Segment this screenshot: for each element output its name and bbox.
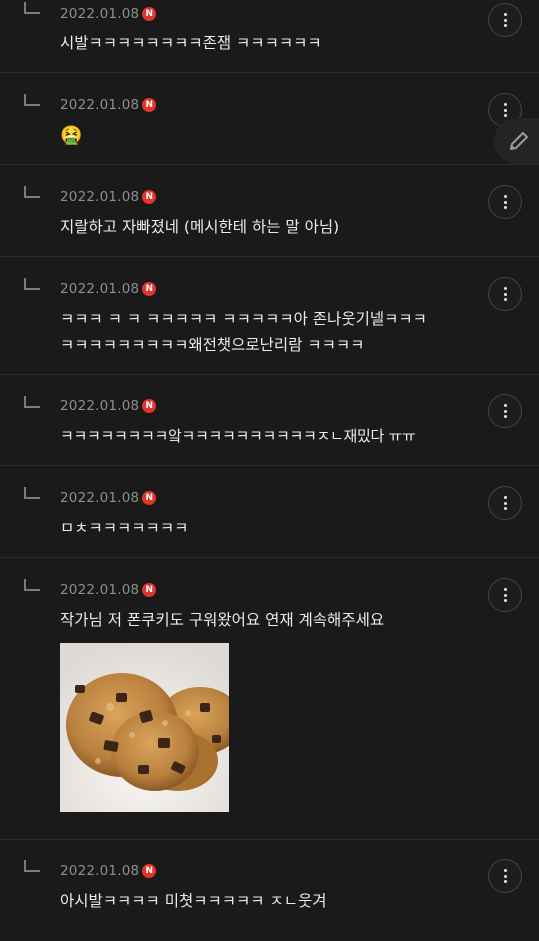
new-badge-icon: N	[142, 491, 157, 505]
reply-arrow-icon	[24, 278, 40, 290]
comment-item: 2022.01.08 N 시발ㅋㅋㅋㅋㅋㅋㅋㅋ존잼 ㅋㅋㅋㅋㅋㅋ	[0, 0, 539, 73]
comment-text: 🤮	[60, 125, 83, 146]
more-vertical-icon	[503, 404, 507, 418]
reply-arrow-icon	[24, 186, 40, 198]
comment-date: 2022.01.08	[60, 189, 140, 205]
comment-item: 2022.01.08 N 🤮	[0, 73, 539, 165]
pencil-icon	[510, 132, 528, 150]
comment-meta: 2022.01.08 N	[60, 5, 157, 23]
comment-date: 2022.01.08	[60, 582, 140, 598]
comment-meta: 2022.01.08 N	[60, 862, 157, 880]
more-vertical-icon	[503, 588, 507, 602]
more-vertical-icon	[503, 287, 507, 301]
comment-photo[interactable]	[60, 643, 229, 812]
comment-date: 2022.01.08	[60, 398, 140, 414]
comment-item: 2022.01.08 N ㅁㅊㅋㅋㅋㅋㅋㅋㅋ	[0, 466, 539, 558]
more-vertical-icon	[503, 195, 507, 209]
reply-arrow-icon	[24, 94, 40, 106]
comment-meta: 2022.01.08 N	[60, 489, 157, 507]
comment-date: 2022.01.08	[60, 6, 140, 22]
more-vertical-icon	[503, 496, 507, 510]
comment-text: 시발ㅋㅋㅋㅋㅋㅋㅋㅋ존잼 ㅋㅋㅋㅋㅋㅋ	[60, 34, 322, 52]
comment-text: 작가님 저 폰쿠키도 구워왔어요 연재 계속해주세요	[60, 611, 385, 629]
comment-date: 2022.01.08	[60, 281, 140, 297]
comment-item: 2022.01.08 N 아시발ㅋㅋㅋㅋ 미쳣ㅋㅋㅋㅋㅋ ㅈㄴ웃겨	[0, 840, 539, 941]
comment-date: 2022.01.08	[60, 490, 140, 506]
more-options-button[interactable]	[488, 394, 522, 428]
new-badge-icon: N	[142, 583, 157, 597]
new-badge-icon: N	[142, 399, 157, 413]
reply-arrow-icon	[24, 860, 40, 872]
comment-text: 아시발ㅋㅋㅋㅋ 미쳣ㅋㅋㅋㅋㅋ ㅈㄴ웃겨	[60, 892, 327, 910]
comment-text: 지랄하고 자빠졌네 (메시한테 하는 말 아님)	[60, 218, 340, 236]
comment-text: ㅋㅋㅋㅋㅋㅋㅋㅋ앜ㅋㅋㅋㅋㅋㅋㅋㅋㅋㅋㅈㄴ재밌다 ㅠㅠ	[60, 427, 416, 445]
comment-meta: 2022.01.08 N	[60, 397, 157, 415]
comment-date: 2022.01.08	[60, 97, 140, 113]
comment-text: ㅁㅊㅋㅋㅋㅋㅋㅋㅋ	[60, 519, 189, 537]
comment-meta: 2022.01.08 N	[60, 581, 157, 599]
new-badge-icon: N	[142, 282, 157, 296]
more-vertical-icon	[503, 13, 507, 27]
cookie-photo-image	[60, 643, 229, 812]
comment-text: ㅋㅋㅋ ㅋ ㅋ ㅋㅋㅋㅋㅋ ㅋㅋㅋㅋㅋ아 존나웃기넬ㅋㅋㅋ ㅋㅋㅋㅋㅋㅋㅋㅋㅋ왜…	[60, 310, 427, 354]
comment-item: 2022.01.08 N 지랄하고 자빠졌네 (메시한테 하는 말 아님)	[0, 165, 539, 257]
comment-meta: 2022.01.08 N	[60, 188, 157, 206]
edit-button[interactable]	[494, 118, 539, 164]
reply-arrow-icon	[24, 579, 40, 591]
new-badge-icon: N	[142, 190, 157, 204]
more-vertical-icon	[503, 103, 507, 117]
comment-meta: 2022.01.08 N	[60, 96, 157, 114]
new-badge-icon: N	[142, 7, 157, 21]
reply-arrow-icon	[24, 2, 40, 14]
comment-date: 2022.01.08	[60, 863, 140, 879]
new-badge-icon: N	[142, 864, 157, 878]
reply-arrow-icon	[24, 487, 40, 499]
comment-item: 2022.01.08 N ㅋㅋㅋ ㅋ ㅋ ㅋㅋㅋㅋㅋ ㅋㅋㅋㅋㅋ아 존나웃기넬ㅋ…	[0, 257, 539, 375]
new-badge-icon: N	[142, 98, 157, 112]
reply-arrow-icon	[24, 396, 40, 408]
comment-meta: 2022.01.08 N	[60, 280, 157, 298]
comment-item: 2022.01.08 N ㅋㅋㅋㅋㅋㅋㅋㅋ앜ㅋㅋㅋㅋㅋㅋㅋㅋㅋㅋㅈㄴ재밌다 ㅠㅠ	[0, 375, 539, 466]
more-vertical-icon	[503, 869, 507, 883]
